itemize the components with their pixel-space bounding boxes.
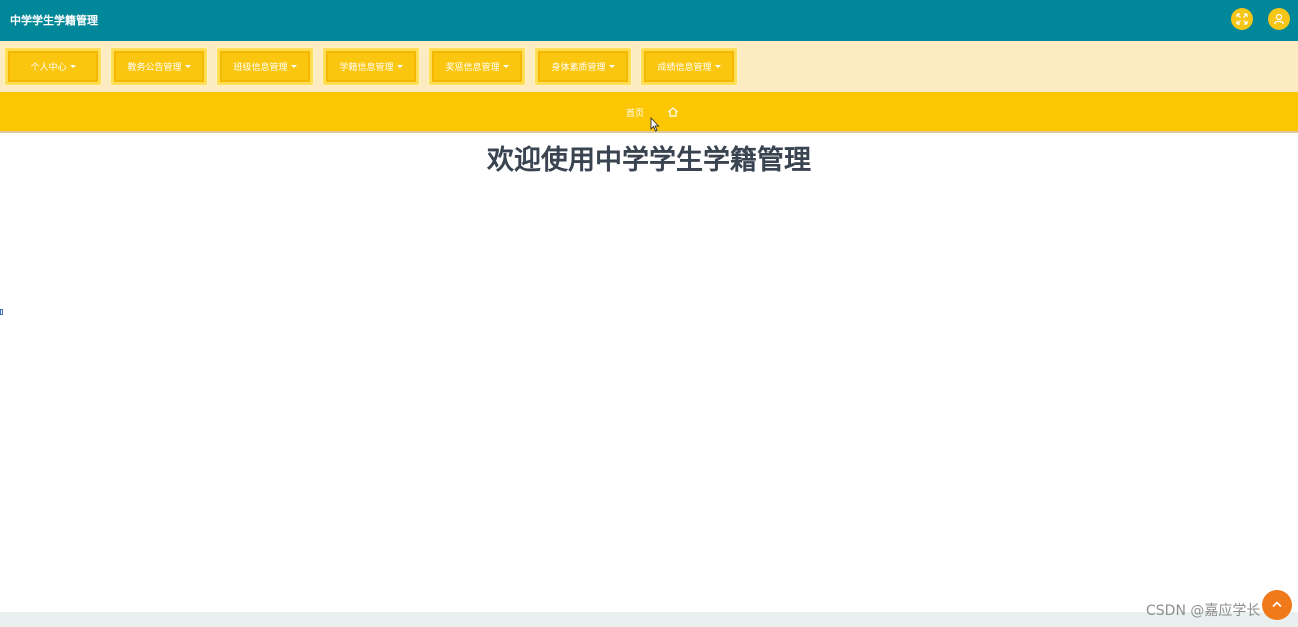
back-to-top-button[interactable]	[1262, 590, 1292, 620]
arrow-up-icon	[1272, 601, 1282, 608]
breadcrumb: 首页	[0, 92, 1298, 133]
menu-item-label: 教务公告管理	[127, 63, 182, 73]
menu-item-label: 班级信息管理	[233, 63, 288, 73]
menu-item-personal-center[interactable]: 个人中心	[5, 48, 101, 85]
top-navbar: 中学学生学籍管理	[0, 0, 1298, 41]
breadcrumb-home-link[interactable]: 首页	[626, 106, 644, 119]
app-title: 中学学生学籍管理	[10, 14, 98, 27]
mouse-cursor-icon	[650, 117, 660, 132]
user-icon[interactable]	[1268, 8, 1290, 30]
menu-item-enrollment-info[interactable]: 学籍信息管理	[323, 48, 419, 85]
footer	[0, 612, 1298, 627]
menu-item-label: 学籍信息管理	[339, 63, 394, 73]
welcome-heading: 欢迎使用中学学生学籍管理	[487, 145, 811, 176]
chevron-down-icon	[714, 65, 721, 68]
main-menu-bar: 个人中心 教务公告管理 班级信息管理 学籍信息管理 奖惩信息管理 身体素质管理 …	[0, 41, 1298, 92]
chevron-down-icon	[396, 65, 403, 68]
chevron-down-icon	[608, 65, 615, 68]
watermark-text: CSDN @嘉应学长	[1146, 603, 1261, 619]
chevron-down-icon	[184, 65, 191, 68]
menu-item-announcements[interactable]: 教务公告管理	[111, 48, 207, 85]
chevron-down-icon	[502, 65, 509, 68]
menu-item-label: 身体素质管理	[551, 63, 606, 73]
menu-item-rewards-punishments[interactable]: 奖惩信息管理	[429, 48, 525, 85]
menu-item-label: 奖惩信息管理	[445, 63, 500, 73]
home-icon[interactable]	[667, 106, 679, 118]
edge-handle	[0, 309, 3, 315]
menu-item-physical-fitness[interactable]: 身体素质管理	[535, 48, 631, 85]
menu-item-label: 个人中心	[30, 63, 67, 73]
chevron-down-icon	[69, 65, 76, 68]
menu-item-class-info[interactable]: 班级信息管理	[217, 48, 313, 85]
fullscreen-icon[interactable]	[1231, 8, 1253, 30]
menu-item-label: 成绩信息管理	[657, 63, 712, 73]
menu-item-grades[interactable]: 成绩信息管理	[641, 48, 737, 85]
chevron-down-icon	[290, 65, 297, 68]
